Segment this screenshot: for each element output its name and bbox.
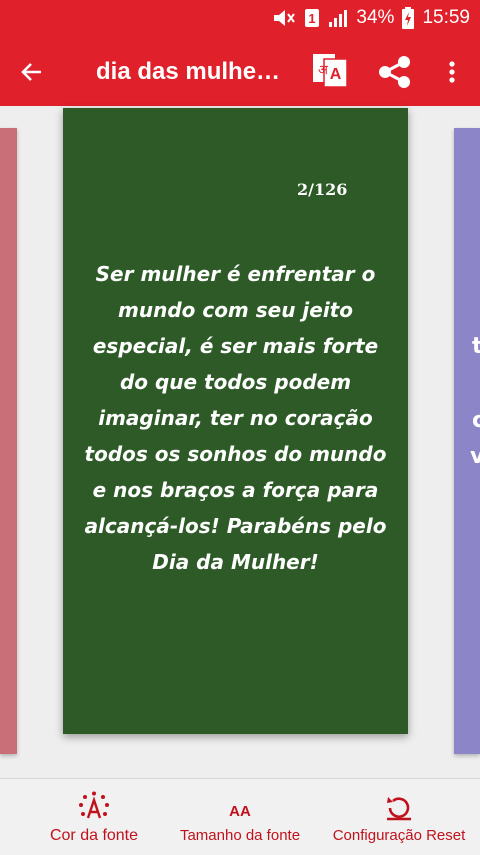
translate-button[interactable]: अ A — [310, 50, 350, 90]
app-toolbar: dia das mulhe… अ A — [0, 36, 480, 106]
quote-line: alcançá-los! Parabéns pelo — [84, 514, 387, 538]
font-color-icon — [79, 791, 109, 819]
font-size-icon-text: AA — [229, 803, 251, 820]
signal-icon — [328, 8, 348, 28]
quote-line: e nos braços a força para — [92, 478, 379, 502]
quote-line: mundo com seu jeito — [118, 298, 353, 322]
translate-glyph-left: अ — [318, 63, 329, 78]
next-card-glyph: v — [470, 444, 480, 469]
font-size-label: Tamanho da fonte — [179, 827, 301, 844]
quote-line: do que todos podem — [119, 370, 352, 394]
sim-badge-text: 1 — [309, 11, 316, 26]
card-counter: 2/126 — [297, 180, 348, 199]
reset-label: Configuração Reset — [332, 827, 466, 844]
font-size-button[interactable]: AA Tamanho da fonte — [170, 779, 310, 855]
more-vert-icon — [449, 61, 455, 83]
page-title: dia das mulhe… — [96, 58, 281, 85]
previous-card[interactable] — [0, 128, 17, 754]
quote-line: Ser mulher é enfrentar o — [95, 262, 376, 286]
battery-charging-icon — [402, 7, 415, 29]
quote-line: imaginar, ter no coração — [98, 406, 373, 430]
next-card[interactable]: t c v — [454, 128, 480, 754]
share-button[interactable] — [374, 52, 414, 92]
share-icon — [379, 56, 410, 88]
status-bar: 1 34% 15:59 — [0, 0, 480, 36]
status-icons: 1 34% 15:59 — [272, 0, 470, 36]
more-options-button[interactable] — [440, 54, 464, 90]
mute-icon — [272, 8, 296, 28]
sim-icon: 1 — [304, 8, 320, 28]
quote-line: especial, é ser mais forte — [92, 334, 379, 358]
quote-card[interactable]: 2/126 Ser mulher é enfrentar o mundo com… — [63, 108, 408, 734]
reset-icon — [387, 797, 411, 821]
font-color-button[interactable]: Cor da fonte — [14, 779, 174, 855]
next-card-glyph: t — [472, 334, 480, 359]
translate-glyph-right: A — [330, 66, 342, 83]
next-card-glyph: c — [472, 408, 480, 433]
quote-line: todos os sonhos do mundo — [84, 442, 387, 466]
svg-text:AA: AA — [229, 803, 251, 820]
back-arrow-icon — [21, 63, 41, 81]
font-size-icon: AA — [229, 803, 251, 820]
bottom-action-bar: Cor da fonte AA Tamanho da fonte Configu… — [0, 778, 480, 855]
quote-line: Dia da Mulher! — [152, 550, 319, 574]
clock: 15:59 — [422, 7, 470, 28]
battery-percent: 34% — [356, 7, 395, 28]
back-button[interactable] — [14, 54, 50, 90]
font-color-label: Cor da fonte — [49, 827, 139, 844]
quote-text: Ser mulher é enfrentar o mundo com seu j… — [73, 256, 398, 580]
reset-button[interactable]: Configuração Reset — [324, 779, 474, 855]
translate-icon: अ A — [313, 54, 348, 88]
